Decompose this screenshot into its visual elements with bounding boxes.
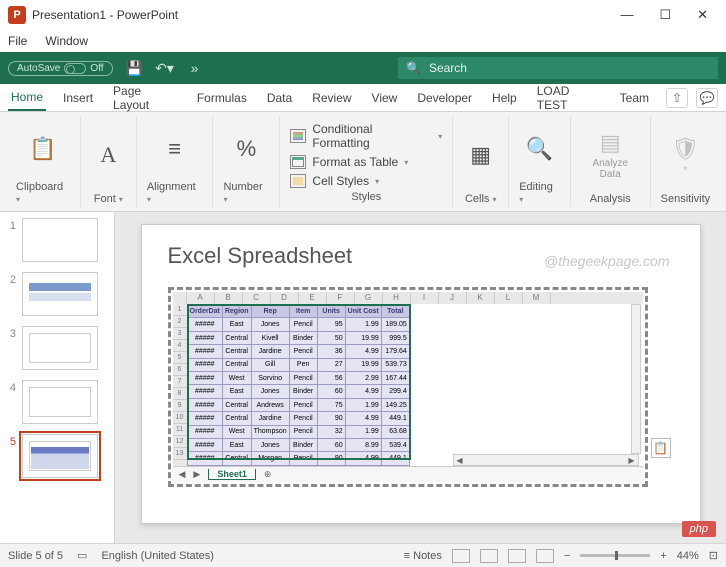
cond-fmt-icon	[290, 129, 306, 143]
conditional-formatting-button[interactable]: Conditional Formatting ▾	[290, 120, 442, 152]
slide-counter: Slide 5 of 5	[8, 550, 63, 562]
cells-icon[interactable]: ▦	[470, 144, 491, 166]
php-badge: php	[682, 521, 716, 537]
normal-view-icon[interactable]	[452, 549, 470, 563]
thumb-5[interactable]	[22, 434, 98, 478]
analyze-icon[interactable]: ▤	[600, 130, 621, 156]
tab-load-test[interactable]: LOAD TEST	[534, 79, 603, 117]
paste-options-icon[interactable]: 📋	[651, 438, 671, 458]
save-icon[interactable]: 💾	[127, 60, 143, 76]
window-menu[interactable]: Window	[45, 34, 88, 48]
align-icon[interactable]: ≡	[168, 138, 181, 160]
zoom-in[interactable]: +	[660, 550, 666, 562]
sensitivity-icon[interactable]: 🛡	[671, 136, 699, 162]
statusbar: Slide 5 of 5 ▭ English (United States) ≡…	[0, 543, 726, 567]
group-cells: ▦ Cells ▾	[453, 116, 509, 207]
tab-data[interactable]: Data	[264, 86, 295, 110]
thumb-4[interactable]	[22, 380, 98, 424]
toggle-icon	[64, 63, 86, 74]
tab-insert[interactable]: Insert	[60, 86, 96, 110]
group-clipboard: 📋 Clipboard ▾	[6, 116, 81, 207]
new-sheet-button[interactable]: ⊕	[264, 469, 272, 480]
language[interactable]: English (United States)	[101, 550, 214, 562]
fit-button[interactable]: ⊡	[709, 549, 718, 562]
row-headers[interactable]: 12345678910111213	[173, 304, 187, 466]
watermark: @thegeekpage.com	[544, 253, 670, 269]
column-headers[interactable]: ABCDEFGHIJKLM	[173, 292, 643, 304]
embedded-spreadsheet[interactable]: ABCDEFGHIJKLM 12345678910111213 OrderDat…	[168, 287, 648, 487]
maximize-button[interactable]: ☐	[659, 7, 671, 23]
group-number: % Number ▾	[213, 116, 280, 207]
notes-button[interactable]: ≡ Notes	[404, 550, 442, 562]
group-analysis: ▤Analyze Data Analysis	[571, 116, 651, 207]
powerpoint-icon: P	[8, 6, 26, 24]
tab-formulas[interactable]: Formulas	[194, 86, 250, 110]
autosave-toggle[interactable]: AutoSave Off	[8, 61, 113, 76]
group-font: A Font ▾	[81, 116, 137, 207]
tab-help[interactable]: Help	[489, 86, 520, 110]
menubar: File Window	[0, 30, 726, 52]
tab-view[interactable]: View	[369, 86, 401, 110]
zoom-out[interactable]: −	[564, 550, 570, 562]
editing-icon[interactable]: 🔍	[526, 138, 553, 160]
tab-page-layout[interactable]: Page Layout	[110, 79, 180, 117]
tab-review[interactable]: Review	[309, 86, 354, 110]
zoom-slider[interactable]	[580, 554, 650, 557]
thumb-1[interactable]	[22, 218, 98, 262]
font-icon[interactable]: A	[100, 144, 116, 166]
paste-icon[interactable]: 📋	[29, 138, 56, 160]
quick-access-toolbar: AutoSave Off 💾 ↶▾ » 🔍 Search	[0, 52, 726, 84]
search-icon: 🔍	[406, 61, 421, 75]
close-button[interactable]: ✕	[697, 7, 708, 23]
ribbon: 📋 Clipboard ▾ A Font ▾ ≡ Alignment ▾ % N…	[0, 112, 726, 212]
ribbon-tabs: Home Insert Page Layout Formulas Data Re…	[0, 84, 726, 112]
group-styles: Conditional Formatting ▾ Format as Table…	[280, 116, 453, 207]
tab-developer[interactable]: Developer	[414, 86, 475, 110]
prev-sheet[interactable]: ◀	[179, 469, 186, 480]
search-box[interactable]: 🔍 Search	[398, 57, 718, 79]
group-sensitivity: 🛡▾ Sensitivity	[651, 116, 720, 207]
zoom-level[interactable]: 44%	[677, 550, 699, 562]
workspace: 1 2 3 4 5 Excel Spreadsheet @thegeekpage…	[0, 212, 726, 543]
minimize-button[interactable]: —	[620, 7, 633, 23]
titlebar: P Presentation1 - PowerPoint — ☐ ✕	[0, 0, 726, 30]
data-table[interactable]: OrderDatRegionRepItemUnitsUnit CostTotal…	[187, 304, 410, 466]
tab-team[interactable]: Team	[617, 86, 652, 110]
sorter-view-icon[interactable]	[480, 549, 498, 563]
fmt-table-icon	[290, 155, 306, 169]
search-placeholder: Search	[429, 61, 467, 75]
format-as-table-button[interactable]: Format as Table ▾	[290, 153, 442, 171]
horizontal-scrollbar[interactable]: ◀▶	[453, 454, 639, 466]
slide-canvas[interactable]: Excel Spreadsheet @thegeekpage.com ABCDE…	[115, 212, 726, 543]
cell-styles-icon	[290, 174, 306, 188]
thumb-2[interactable]	[22, 272, 98, 316]
reading-view-icon[interactable]	[508, 549, 526, 563]
group-editing: 🔍 Editing ▾	[509, 116, 570, 207]
slide: Excel Spreadsheet @thegeekpage.com ABCDE…	[141, 224, 701, 524]
sheet-tab-1[interactable]: Sheet1	[208, 469, 256, 480]
comments-button[interactable]: 💬	[696, 88, 718, 108]
thumb-3[interactable]	[22, 326, 98, 370]
cell-styles-button[interactable]: Cell Styles ▾	[290, 172, 442, 190]
slideshow-view-icon[interactable]	[536, 549, 554, 563]
file-menu[interactable]: File	[8, 34, 27, 48]
number-icon[interactable]: %	[237, 138, 257, 160]
more-icon[interactable]: »	[187, 60, 203, 76]
accessibility-icon[interactable]: ▭	[77, 549, 87, 562]
tab-home[interactable]: Home	[8, 85, 46, 111]
window-title: Presentation1 - PowerPoint	[32, 8, 178, 22]
share-button[interactable]: ⇧	[666, 88, 688, 108]
next-sheet[interactable]: ▶	[193, 469, 200, 480]
vertical-scrollbar[interactable]	[631, 304, 641, 454]
group-alignment: ≡ Alignment ▾	[137, 116, 214, 207]
sheet-tabs: ◀ ▶ Sheet1 ⊕	[173, 466, 643, 482]
slide-thumbnails[interactable]: 1 2 3 4 5	[0, 212, 115, 543]
undo-icon[interactable]: ↶▾	[157, 60, 173, 76]
